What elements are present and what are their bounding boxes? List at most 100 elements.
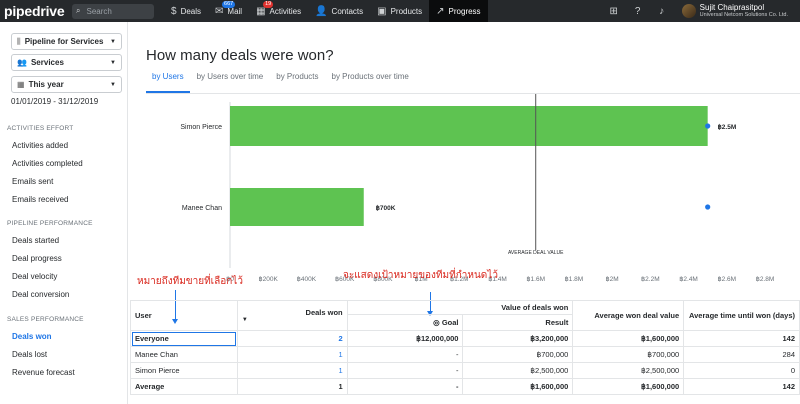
mail-count-badge: 667 (222, 1, 236, 8)
avatar[interactable] (681, 4, 696, 18)
cell-time: 142 (683, 330, 800, 347)
bar (230, 188, 364, 226)
goal-marker (705, 204, 711, 210)
nav-deals[interactable]: $ Deals (164, 0, 208, 22)
sidebar-item-deals-won[interactable]: Deals won (12, 332, 52, 341)
mail-icon: ✉ (215, 5, 224, 17)
bell-icon[interactable]: ♪ (650, 6, 674, 17)
cell-average: ฿700,000 (572, 346, 685, 363)
cell-user[interactable]: Everyone (130, 330, 238, 347)
report-tabs: by Users by Users over time by Products … (146, 72, 416, 93)
user-name: Sujit Chaiprasitpol (699, 2, 765, 12)
header-average-time-until-won[interactable]: Average time until won (days) (683, 300, 800, 331)
nav-activities-label: Activities (269, 6, 302, 16)
cell-user[interactable]: Simon Pierce (130, 362, 238, 379)
cell-user[interactable]: Manee Chan (130, 346, 238, 363)
cell-goal: ฿12,000,000 (346, 330, 464, 347)
user-menu[interactable]: Sujit Chaiprasitpol Universal Netcom Sol… (699, 2, 800, 19)
chevron-down-icon: ▼ (110, 81, 116, 88)
bar (230, 106, 708, 146)
nav-activities[interactable]: ▦ 19 Activities (249, 0, 308, 22)
x-tick-label: ฿2.2M (641, 275, 660, 283)
bar-value-label: ฿700K (376, 204, 396, 212)
sidebar-item-deals-started[interactable]: Deals started (12, 236, 59, 245)
search-input[interactable]: ⌕ Search (72, 3, 154, 19)
filter-value: Services (30, 58, 64, 67)
sidebar-item-activities-added[interactable]: Activities added (12, 141, 68, 150)
cell-goal: - (346, 362, 464, 379)
calendar-icon: ▦ (17, 80, 25, 89)
tab-by-products[interactable]: by Products (270, 72, 324, 93)
header-user[interactable]: User (130, 300, 238, 331)
pipedrive-logo[interactable]: pipedrive (0, 3, 72, 19)
cell-user: Average (130, 378, 238, 395)
cell-result: ฿1,600,000 (462, 378, 574, 395)
pipeline-value: Pipeline for Services (24, 37, 104, 46)
table-row: Everyone 2 ฿12,000,000 ฿3,200,000 ฿1,600… (130, 330, 800, 347)
cell-deals[interactable]: 1 (236, 362, 348, 379)
period-value: This year (28, 80, 64, 89)
bar-value-label: ฿2.5M (718, 123, 737, 131)
nav-mail[interactable]: ✉ 667 Mail (208, 0, 249, 22)
sort-down-icon: ▼ (241, 317, 248, 323)
sidebar-item-revenue-forecast[interactable]: Revenue forecast (12, 368, 75, 377)
date-range: 01/01/2019 - 31/12/2019 (11, 97, 99, 106)
bar-category-label: Simon Pierce (180, 124, 222, 131)
trend-icon: ↗ (436, 5, 445, 17)
tab-by-users[interactable]: by Users (146, 72, 190, 93)
period-select[interactable]: ▦ This year ▼ (11, 76, 122, 93)
help-icon[interactable]: ? (626, 6, 650, 17)
user-company: Universal Netcom Solutions Co. Ltd. (699, 11, 788, 18)
cell-time: 284 (683, 346, 800, 363)
tab-by-products-over-time[interactable]: by Products over time (326, 72, 415, 93)
nav-progress[interactable]: ↗ Progress (429, 0, 488, 22)
cell-goal: - (346, 378, 464, 395)
sidebar-item-deal-conversion[interactable]: Deal conversion (12, 290, 69, 299)
cell-result: ฿2,500,000 (462, 362, 574, 379)
search-placeholder: Search (86, 6, 112, 16)
filter-select[interactable]: 👥 Services ▼ (11, 54, 122, 71)
sidebar-item-deals-lost[interactable]: Deals lost (12, 350, 47, 359)
x-tick-label: ฿400K (297, 275, 317, 283)
cell-average: ฿1,600,000 (572, 330, 685, 347)
sidebar-item-emails-sent[interactable]: Emails sent (12, 177, 53, 186)
header-deals-won[interactable]: Deals won ▼ (236, 300, 348, 331)
tab-by-users-over-time[interactable]: by Users over time (191, 72, 270, 93)
sidebar-item-deal-velocity[interactable]: Deal velocity (12, 272, 57, 281)
cell-average: ฿1,600,000 (572, 378, 685, 395)
nav-products[interactable]: ▣ Products (370, 0, 429, 22)
annotation-left: หมายถึงทีมขายที่เลือกไว้ (137, 276, 243, 287)
x-tick-label: ฿2.8M (756, 275, 775, 283)
cell-deals: 1 (236, 378, 348, 395)
table-row: Simon Pierce 1 - ฿2,500,000 ฿2,500,000 0 (130, 362, 800, 379)
average-line-label: AVERAGE DEAL VALUE (508, 250, 564, 256)
table-row: Manee Chan 1 - ฿700,000 ฿700,000 284 (130, 346, 800, 363)
person-icon: 👤 (315, 5, 328, 17)
sidebar-item-deal-progress[interactable]: Deal progress (12, 254, 62, 263)
section-activities-effort: ACTIVITIES EFFORT (7, 125, 74, 132)
box-icon: ▣ (377, 5, 387, 17)
cell-deals[interactable]: 1 (236, 346, 348, 363)
header-goal[interactable]: ◎ Goal (346, 314, 464, 331)
dollar-icon: $ (171, 5, 177, 17)
page-title: How many deals were won? (146, 47, 334, 64)
activities-count-badge: 19 (263, 1, 274, 8)
sidebar-item-emails-received[interactable]: Emails received (12, 195, 68, 204)
chevron-down-icon: ▼ (110, 38, 116, 45)
nav-contacts-label: Contacts (331, 6, 364, 16)
goal-marker (705, 123, 711, 129)
pipeline-select[interactable]: ⫼ Pipeline for Services ▼ (11, 33, 122, 50)
x-tick-label: ฿2M (606, 275, 619, 283)
sidebar-item-activities-completed[interactable]: Activities completed (12, 159, 83, 168)
add-icon[interactable]: ⊞ (602, 6, 626, 17)
nav-progress-label: Progress (448, 6, 481, 16)
nav-deals-label: Deals (180, 6, 202, 16)
cell-deals[interactable]: 2 (236, 330, 348, 347)
header-result[interactable]: Result (462, 314, 574, 331)
header-average-won-deal-value[interactable]: Average won deal value (572, 300, 685, 331)
header-value-of-deals-won: Value of deals won (346, 300, 574, 315)
nav-contacts[interactable]: 👤 Contacts (308, 0, 370, 22)
sidebar: ⫼ Pipeline for Services ▼ 👥 Services ▼ ▦… (0, 22, 128, 404)
x-tick-label: ฿200K (259, 275, 279, 283)
pipeline-icon: ⫼ (17, 36, 21, 46)
